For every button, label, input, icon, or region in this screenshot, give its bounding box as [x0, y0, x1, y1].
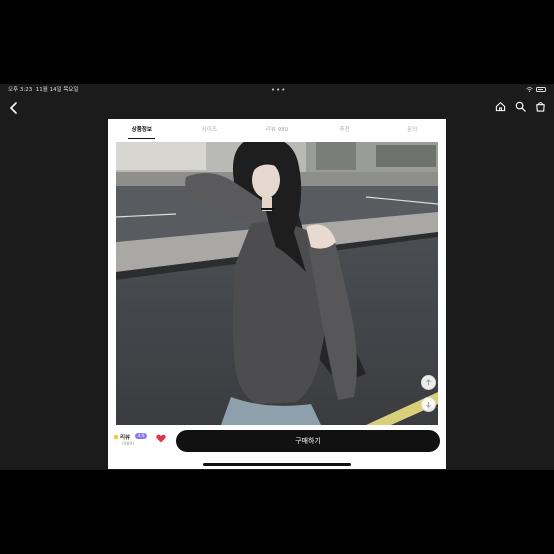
status-time-text: 오후 3:23: [8, 87, 33, 93]
product-tabs: 상품정보 사이즈 리뷰 989 추천 문의: [108, 119, 446, 141]
shopping-bag-icon[interactable]: [535, 101, 546, 112]
tab-product-info[interactable]: 상품정보: [108, 119, 176, 141]
product-photo-image: [116, 142, 438, 425]
status-bar: 오후 3:23 11월 14일 목요일 •••: [0, 84, 554, 97]
arrow-up-icon: [426, 379, 431, 386]
home-icon[interactable]: [495, 101, 506, 112]
tab-size[interactable]: 사이즈: [176, 119, 244, 141]
review-summary[interactable]: 리뷰 4.9 (989): [114, 433, 159, 455]
scroll-up-button[interactable]: [421, 375, 436, 390]
status-icons: [526, 87, 546, 92]
scroll-down-button[interactable]: [421, 397, 436, 412]
wifi-icon: [526, 87, 533, 92]
star-icon: [114, 435, 118, 439]
review-label: 리뷰: [120, 435, 131, 441]
product-detail-panel: 상품정보 사이즈 리뷰 989 추천 문의 리뷰 4.9 (989) 구매하기: [108, 119, 446, 469]
home-indicator: [203, 463, 351, 466]
buy-button[interactable]: 구매하기: [176, 430, 440, 452]
top-navigation: [0, 97, 554, 119]
product-photo: [116, 142, 438, 425]
tab-inquiry[interactable]: 문의: [378, 119, 446, 141]
heart-icon[interactable]: [156, 434, 166, 443]
tab-reviews[interactable]: 리뷰 989: [243, 119, 311, 141]
nav-actions: [495, 101, 546, 112]
search-icon[interactable]: [515, 101, 526, 112]
back-chevron-icon[interactable]: [8, 101, 20, 115]
rating-badge: 4.9: [135, 433, 148, 439]
status-time: 오후 3:23 11월 14일 목요일: [8, 84, 79, 97]
multitask-dots-icon[interactable]: •••: [271, 84, 286, 97]
status-date-text: 11월 14일 목요일: [35, 87, 79, 93]
arrow-down-icon: [426, 401, 431, 408]
review-count: (989): [122, 442, 135, 447]
purchase-bar: 리뷰 4.9 (989) 구매하기: [108, 427, 446, 469]
battery-icon: [536, 87, 546, 92]
tab-recommend[interactable]: 추천: [311, 119, 379, 141]
